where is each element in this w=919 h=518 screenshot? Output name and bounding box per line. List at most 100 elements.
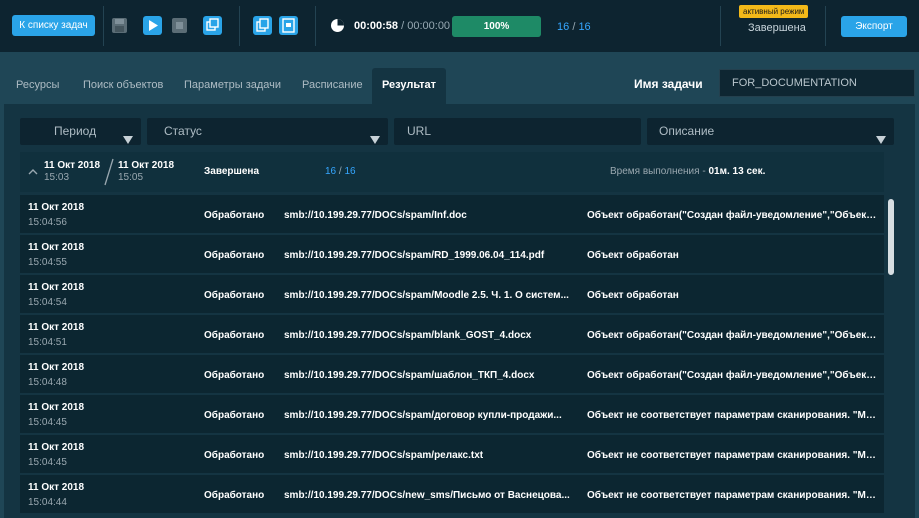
time-current: 00:00:58	[354, 20, 399, 32]
toolbar-separator	[315, 6, 316, 46]
count-total: 16	[578, 21, 591, 33]
row-description: Объект не соответствует параметрам скани…	[587, 450, 877, 461]
chevron-down-icon	[370, 127, 380, 154]
group-execution-time: Время выполнения - 01м. 13 сек.	[610, 166, 765, 177]
row-description: Объект не соответствует параметрам скани…	[587, 410, 877, 421]
table-row[interactable]: 11 Окт 2018 15:04:55 Обработано smb://10…	[20, 235, 884, 273]
url-filter-label: URL	[407, 124, 432, 138]
task-name-label: Имя задачи	[634, 77, 703, 91]
count-separator: /	[572, 21, 576, 33]
exec-value: 01м. 13 сек.	[708, 166, 766, 177]
row-date: 11 Окт 2018	[28, 202, 85, 213]
group-count: 16 / 16	[325, 166, 356, 177]
description-filter[interactable]: Описание	[647, 118, 894, 145]
status-filter[interactable]: Статус	[147, 118, 388, 145]
group-count-total: 16	[344, 166, 356, 177]
session-group-row[interactable]: 11 Окт 2018 15:03 11 Окт 2018 15:05 Заве…	[20, 152, 884, 192]
document-icon[interactable]	[279, 16, 298, 35]
scrollbar-thumb[interactable]	[888, 199, 894, 275]
stop-icon[interactable]	[170, 16, 189, 35]
table-scrollbar[interactable]	[888, 196, 894, 518]
row-description: Объект обработан("Создан файл-уведомлени…	[587, 210, 877, 221]
exec-dash: -	[702, 166, 706, 177]
tab-object-search[interactable]: Поиск объектов	[83, 68, 163, 104]
table-row[interactable]: 11 Окт 2018 15:04:45 Обработано smb://10…	[20, 395, 884, 433]
collapse-chevron-icon[interactable]	[28, 167, 38, 179]
count-done: 16	[557, 21, 570, 33]
table-row[interactable]: 11 Окт 2018 15:04:45 Обработано smb://10…	[20, 435, 884, 473]
play-icon[interactable]	[143, 16, 162, 35]
row-status: Обработано	[204, 450, 265, 461]
row-time: 15:04:45	[28, 457, 67, 468]
group-count-done: 16	[325, 166, 337, 177]
row-description: Объект обработан	[587, 250, 679, 261]
group-start-date: 11 Окт 2018	[44, 160, 101, 171]
period-filter[interactable]: Период	[20, 118, 141, 145]
mode-badge: активный режим	[739, 5, 809, 18]
row-url: smb://10.199.29.77/DOCs/new_sms/Письмо о…	[284, 490, 570, 501]
row-status: Обработано	[204, 370, 265, 381]
row-description: Объект не соответствует параметрам скани…	[587, 490, 877, 501]
row-date: 11 Окт 2018	[28, 282, 85, 293]
period-filter-label: Период	[54, 124, 97, 138]
toolbar-separator	[103, 6, 104, 46]
timer-icon	[330, 18, 345, 33]
group-end-time: 15:05	[118, 172, 144, 183]
copy-icon[interactable]	[253, 16, 272, 35]
export-button[interactable]: Экспорт	[841, 16, 907, 37]
row-time: 15:04:51	[28, 337, 67, 348]
back-to-tasks-button[interactable]: К списку задач	[12, 15, 95, 36]
tab-resources[interactable]: Ресурсы	[16, 68, 59, 104]
row-date: 11 Окт 2018	[28, 442, 85, 453]
row-url: smb://10.199.29.77/DOCs/spam/Moodle 2.5.…	[284, 290, 569, 301]
table-row[interactable]: 11 Окт 2018 15:04:44 Обработано smb://10…	[20, 475, 884, 513]
copy-windows-icon[interactable]	[203, 16, 222, 35]
toolbar-separator	[720, 6, 721, 46]
row-url: smb://10.199.29.77/DOCs/spam/RD_1999.06.…	[284, 250, 545, 261]
table-row[interactable]: 11 Окт 2018 15:04:48 Обработано smb://10…	[20, 355, 884, 393]
group-status: Завершена	[204, 166, 260, 177]
table-row[interactable]: 11 Окт 2018 15:04:51 Обработано smb://10…	[20, 315, 884, 353]
row-url: smb://10.199.29.77/DOCs/spam/blank_GOST_…	[284, 330, 532, 341]
url-filter[interactable]: URL	[394, 118, 641, 145]
row-time: 15:04:56	[28, 217, 67, 228]
status-filter-label: Статус	[164, 124, 202, 138]
row-date: 11 Окт 2018	[28, 482, 85, 493]
row-description: Объект обработан("Создан файл-уведомлени…	[587, 370, 877, 381]
row-status: Обработано	[204, 250, 265, 261]
row-url: smb://10.199.29.77/DOCs/spam/договор куп…	[284, 410, 562, 421]
row-status: Обработано	[204, 490, 265, 501]
row-date: 11 Окт 2018	[28, 362, 85, 373]
elapsed-time: 00:00:58 / 00:00:00	[354, 20, 450, 32]
task-name-input[interactable]: FOR_DOCUMENTATION	[719, 69, 915, 97]
group-start-time: 15:03	[44, 172, 70, 183]
time-separator: /	[401, 20, 405, 32]
tab-schedule[interactable]: Расписание	[302, 68, 363, 104]
chevron-down-icon	[876, 127, 886, 154]
date-range-divider	[104, 158, 114, 189]
exec-label: Время выполнения	[610, 166, 700, 177]
table-row[interactable]: 11 Окт 2018 15:04:54 Обработано smb://10…	[20, 275, 884, 313]
tab-result[interactable]: Результат	[372, 68, 446, 104]
row-time: 15:04:54	[28, 297, 67, 308]
group-count-separator: /	[338, 166, 342, 177]
row-url: smb://10.199.29.77/DOCs/spam/релакс.txt	[284, 450, 484, 461]
row-status: Обработано	[204, 330, 265, 341]
progress-bar: 100%	[452, 16, 541, 37]
row-status: Обработано	[204, 210, 265, 221]
group-end-date: 11 Окт 2018	[118, 160, 175, 171]
toolbar-separator	[239, 6, 240, 46]
progress-label: 100%	[483, 21, 510, 32]
row-time: 15:04:44	[28, 497, 67, 508]
row-url: smb://10.199.29.77/DOCs/spam/Inf.doc	[284, 210, 467, 221]
chevron-down-icon	[123, 127, 133, 154]
tab-task-parameters[interactable]: Параметры задачи	[184, 68, 281, 104]
row-date: 11 Окт 2018	[28, 242, 85, 253]
row-date: 11 Окт 2018	[28, 322, 85, 333]
row-description: Объект обработан("Создан файл-уведомлени…	[587, 330, 877, 341]
table-row[interactable]: 11 Окт 2018 15:04:56 Обработано smb://10…	[20, 195, 884, 233]
row-time: 15:04:48	[28, 377, 67, 388]
row-time: 15:04:55	[28, 257, 67, 268]
row-status: Обработано	[204, 410, 265, 421]
save-icon[interactable]	[110, 16, 129, 35]
